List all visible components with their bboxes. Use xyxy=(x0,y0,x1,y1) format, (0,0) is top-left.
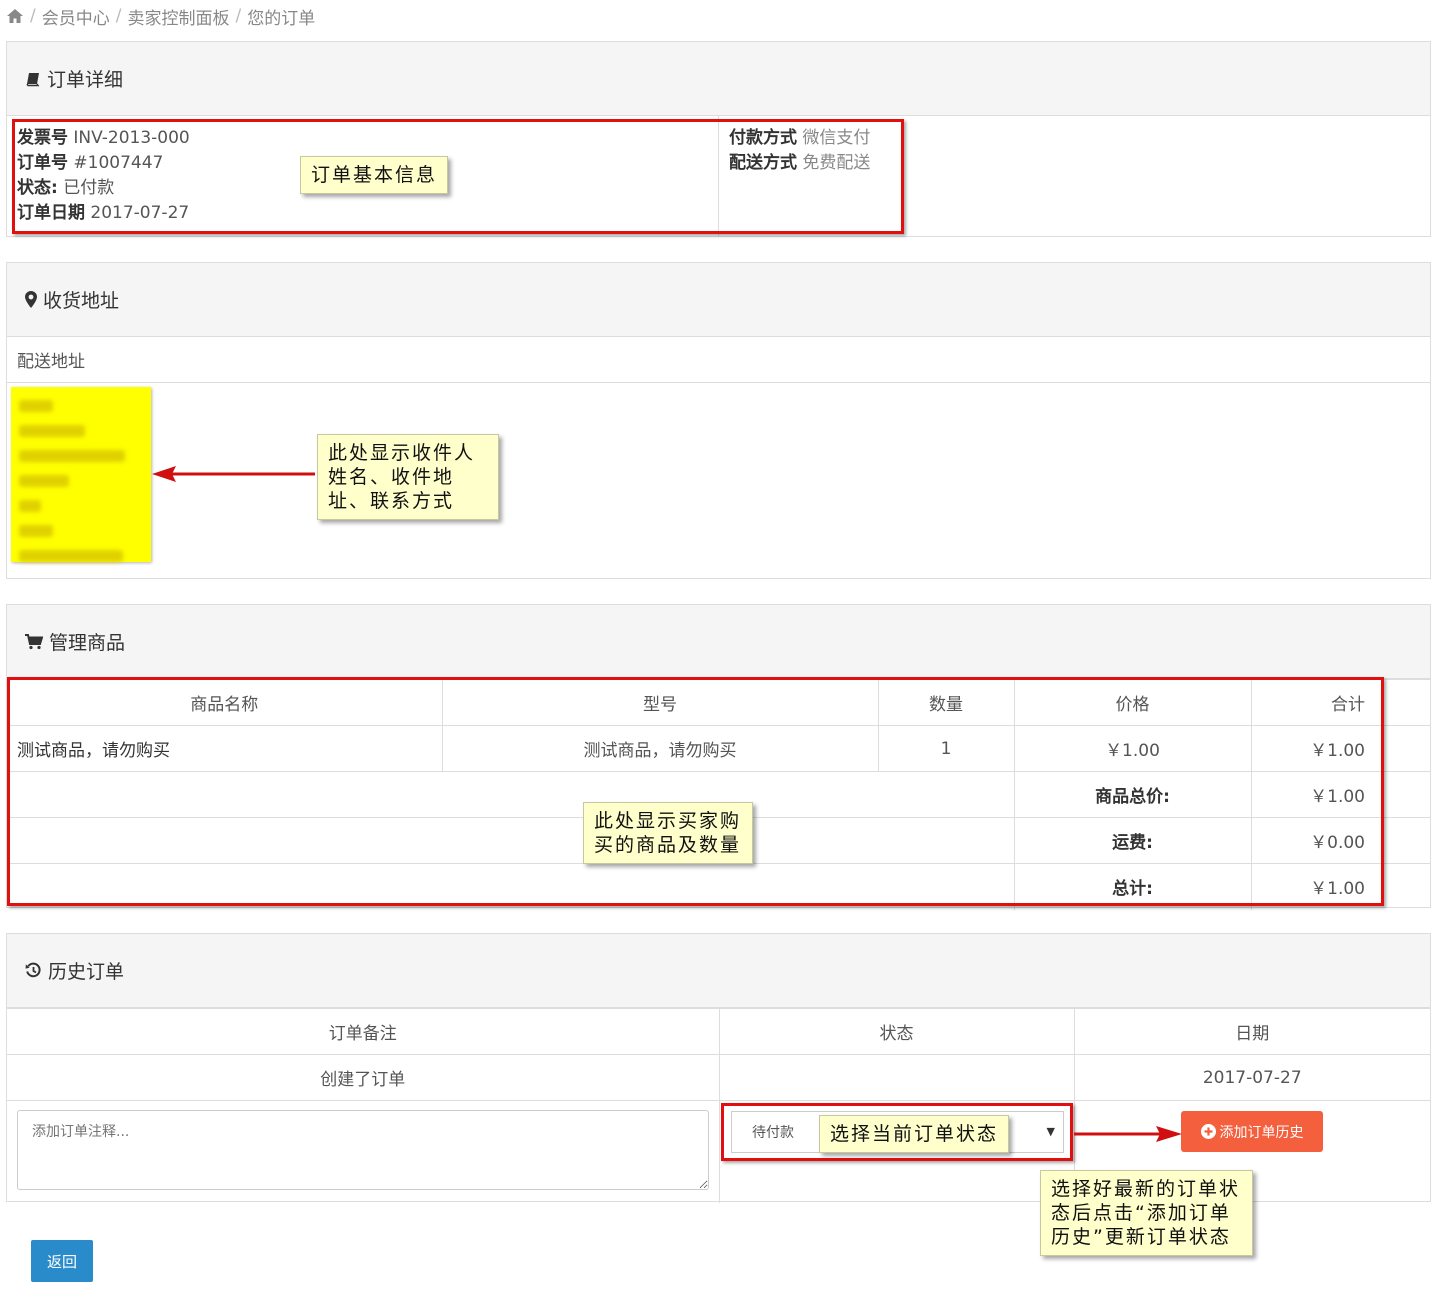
history-date-cell: 2017-07-27 xyxy=(1073,1054,1430,1101)
products-highlight xyxy=(7,677,1384,906)
col-date: 日期 xyxy=(1073,1008,1430,1055)
home-icon[interactable] xyxy=(6,8,24,24)
address-line-blurred xyxy=(19,449,125,462)
history-title: 历史订单 xyxy=(48,961,125,983)
book-icon xyxy=(25,71,41,87)
map-marker-icon xyxy=(25,291,37,308)
breadcrumb-your-orders[interactable]: 您的订单 xyxy=(247,4,315,29)
breadcrumb-separator: / xyxy=(235,6,242,26)
address-panel: 收货地址 配送地址 xyxy=(6,262,1431,579)
order-info-highlight xyxy=(12,119,904,234)
address-line-blurred xyxy=(19,499,41,512)
arrow-left-icon xyxy=(152,466,315,482)
breadcrumb-separator: / xyxy=(115,6,122,26)
recipient-name-blurred xyxy=(19,399,53,412)
address-line-blurred xyxy=(19,474,69,487)
arrow-right-icon xyxy=(1074,1126,1182,1142)
products-note: 此处显示买家购买的商品及数量 xyxy=(583,802,753,864)
address-header: 收货地址 xyxy=(7,263,1430,337)
products-header: 管理商品 xyxy=(7,605,1430,679)
shipping-address-subheading: 配送地址 xyxy=(7,337,1430,383)
add-history-note: 选择好最新的订单状态后点击“添加订单历史”更新订单状态 xyxy=(1040,1170,1253,1256)
order-details-header: 订单详细 xyxy=(7,42,1430,116)
status-select-note: 选择当前订单状态 xyxy=(819,1115,1010,1153)
address-title: 收货地址 xyxy=(43,290,120,312)
order-comment-input[interactable] xyxy=(17,1110,709,1190)
breadcrumb: / 会员中心 / 卖家控制面板 / 您的订单 xyxy=(6,3,315,29)
col-order-note: 订单备注 xyxy=(7,1008,720,1055)
breadcrumb-separator: / xyxy=(30,6,36,26)
back-button[interactable]: 返回 xyxy=(31,1240,93,1282)
history-status-cell xyxy=(718,1054,1075,1101)
add-order-history-button[interactable]: 添加订单历史 xyxy=(1181,1111,1323,1152)
breadcrumb-member-center[interactable]: 会员中心 xyxy=(42,4,110,29)
shopping-cart-icon xyxy=(25,633,43,650)
address-line-blurred xyxy=(19,524,53,537)
breadcrumb-seller-dashboard[interactable]: 卖家控制面板 xyxy=(127,4,229,29)
history-note-cell: 创建了订单 xyxy=(7,1054,720,1101)
col-status: 状态 xyxy=(718,1008,1075,1055)
order-info-note: 订单基本信息 xyxy=(300,156,449,194)
history-header: 历史订单 xyxy=(7,934,1430,1008)
plus-circle-icon xyxy=(1200,1124,1216,1139)
products-title: 管理商品 xyxy=(49,632,126,654)
address-highlight xyxy=(11,387,151,562)
table-header-row: 订单备注 状态 日期 xyxy=(7,1008,1430,1055)
history-icon xyxy=(25,962,42,979)
table-row: 创建了订单 2017-07-27 xyxy=(7,1054,1430,1101)
order-details-title: 订单详细 xyxy=(47,69,124,91)
address-note: 此处显示收件人姓名、收件地址、联系方式 xyxy=(317,434,499,520)
address-line-blurred xyxy=(19,424,85,437)
phone-blurred xyxy=(19,549,123,562)
add-order-history-label: 添加订单历史 xyxy=(1219,1124,1304,1141)
